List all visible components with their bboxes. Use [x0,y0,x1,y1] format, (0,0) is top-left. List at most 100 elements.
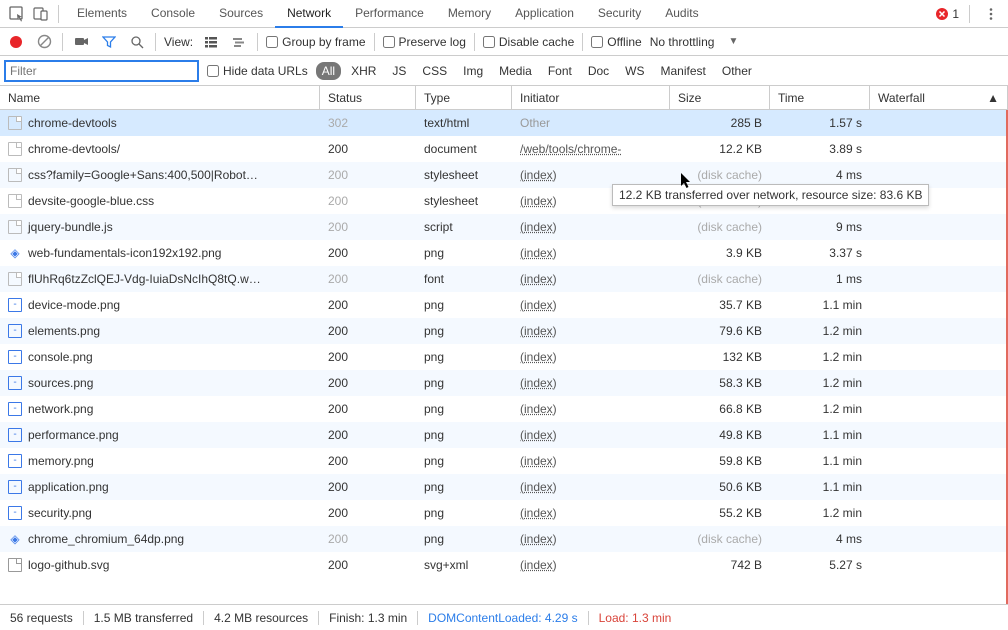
tab-network[interactable]: Network [275,0,343,28]
request-row[interactable]: console.png200png(index)132 KB1.2 min [0,344,1008,370]
request-initiator[interactable]: (index) [512,376,670,390]
camera-icon[interactable] [71,32,91,52]
inspect-icon[interactable] [6,3,28,25]
type-filter-font[interactable]: Font [542,62,578,80]
request-initiator[interactable]: (index) [512,246,670,260]
filter-icon[interactable] [99,32,119,52]
type-filter-manifest[interactable]: Manifest [655,62,712,80]
request-row[interactable]: web-fundamentals-icon192x192.png200png(i… [0,240,1008,266]
request-initiator[interactable]: (index) [512,506,670,520]
request-row[interactable]: chrome_chromium_64dp.png200png(index)(di… [0,526,1008,552]
request-initiator[interactable]: (index) [512,220,670,234]
request-name: web-fundamentals-icon192x192.png [28,246,221,260]
request-type: script [416,220,512,234]
filter-input[interactable] [4,60,199,82]
tab-security[interactable]: Security [586,0,653,28]
header-time[interactable]: Time [770,86,870,109]
request-row[interactable]: sources.png200png(index)58.3 KB1.2 min [0,370,1008,396]
request-row[interactable]: security.png200png(index)55.2 KB1.2 min [0,500,1008,526]
request-row[interactable]: elements.png200png(index)79.6 KB1.2 min [0,318,1008,344]
request-row[interactable]: memory.png200png(index)59.8 KB1.1 min [0,448,1008,474]
request-initiator[interactable]: (index) [512,402,670,416]
request-row[interactable]: application.png200png(index)50.6 KB1.1 m… [0,474,1008,500]
type-filter-media[interactable]: Media [493,62,538,80]
request-type: png [416,324,512,338]
request-name: application.png [28,480,109,494]
request-initiator[interactable]: (index) [512,324,670,338]
type-filter-xhr[interactable]: XHR [345,62,382,80]
request-name: logo-github.svg [28,558,109,572]
status-load: Load: 1.3 min [589,611,682,625]
request-initiator[interactable]: (index) [512,480,670,494]
header-type[interactable]: Type [416,86,512,109]
large-rows-icon[interactable] [201,32,221,52]
request-row[interactable]: performance.png200png(index)49.8 KB1.1 m… [0,422,1008,448]
device-toggle-icon[interactable] [30,3,52,25]
request-size: 79.6 KB [670,324,770,338]
sort-arrow-icon: ▲ [987,91,999,105]
request-initiator[interactable]: /web/tools/chrome- [512,142,670,156]
disable-cache-checkbox[interactable]: Disable cache [483,35,574,49]
header-size[interactable]: Size [670,86,770,109]
type-filter-other[interactable]: Other [716,62,758,80]
group-by-frame-checkbox[interactable]: Group by frame [266,35,365,49]
request-status: 200 [320,272,416,286]
request-name: security.png [28,506,92,520]
request-status: 200 [320,428,416,442]
request-row[interactable]: network.png200png(index)66.8 KB1.2 min [0,396,1008,422]
request-row[interactable]: device-mode.png200png(index)35.7 KB1.1 m… [0,292,1008,318]
type-filter-css[interactable]: CSS [416,62,453,80]
request-size: 285 B [670,116,770,130]
type-filter-all[interactable]: All [316,62,341,80]
request-row[interactable]: chrome-devtools/200document/web/tools/ch… [0,136,1008,162]
tab-sources[interactable]: Sources [207,0,275,28]
request-time: 1.1 min [770,298,870,312]
tab-audits[interactable]: Audits [653,0,710,28]
header-name[interactable]: Name [0,86,320,109]
error-badge[interactable]: 1 [936,7,959,21]
request-initiator[interactable]: (index) [512,532,670,546]
request-name: flUhRq6tzZclQEJ-Vdg-IuiaDsNcIhQ8tQ.w… [28,272,261,286]
header-waterfall[interactable]: Waterfall▲ [870,86,1008,109]
offline-checkbox[interactable]: Offline [591,35,641,49]
search-icon[interactable] [127,32,147,52]
request-initiator[interactable]: (index) [512,298,670,312]
header-initiator[interactable]: Initiator [512,86,670,109]
tab-performance[interactable]: Performance [343,0,436,28]
request-row[interactable]: chrome-devtools302text/htmlOther285 B1.5… [0,110,1008,136]
type-filter-js[interactable]: JS [386,62,412,80]
type-filter-doc[interactable]: Doc [582,62,615,80]
request-row[interactable]: logo-github.svg200svg+xml(index)742 B5.2… [0,552,1008,578]
file-icon [8,142,22,156]
request-status: 200 [320,480,416,494]
request-type: png [416,480,512,494]
type-filter-ws[interactable]: WS [619,62,650,80]
request-initiator[interactable]: (index) [512,272,670,286]
throttling-select[interactable]: No throttling ▼ [650,35,739,49]
request-size: 58.3 KB [670,376,770,390]
preserve-log-checkbox[interactable]: Preserve log [383,35,466,49]
request-initiator[interactable]: (index) [512,168,670,182]
tab-application[interactable]: Application [503,0,586,28]
tab-elements[interactable]: Elements [65,0,139,28]
request-row[interactable]: flUhRq6tzZclQEJ-Vdg-IuiaDsNcIhQ8tQ.w… 200… [0,266,1008,292]
clear-icon[interactable] [34,32,54,52]
overview-icon[interactable] [229,32,249,52]
request-initiator[interactable]: (index) [512,350,670,364]
request-initiator[interactable]: (index) [512,454,670,468]
request-name: memory.png [28,454,94,468]
tab-memory[interactable]: Memory [436,0,503,28]
request-type: stylesheet [416,168,512,182]
request-initiator[interactable]: (index) [512,558,670,572]
file-icon [8,506,22,520]
request-time: 1.2 min [770,324,870,338]
request-initiator[interactable]: (index) [512,428,670,442]
request-status: 200 [320,558,416,572]
tab-console[interactable]: Console [139,0,207,28]
request-row[interactable]: jquery-bundle.js200script(index)(disk ca… [0,214,1008,240]
record-button[interactable] [6,32,26,52]
hide-data-urls-checkbox[interactable]: Hide data URLs [207,64,308,78]
type-filter-img[interactable]: Img [457,62,489,80]
kebab-menu-icon[interactable] [980,3,1002,25]
header-status[interactable]: Status [320,86,416,109]
